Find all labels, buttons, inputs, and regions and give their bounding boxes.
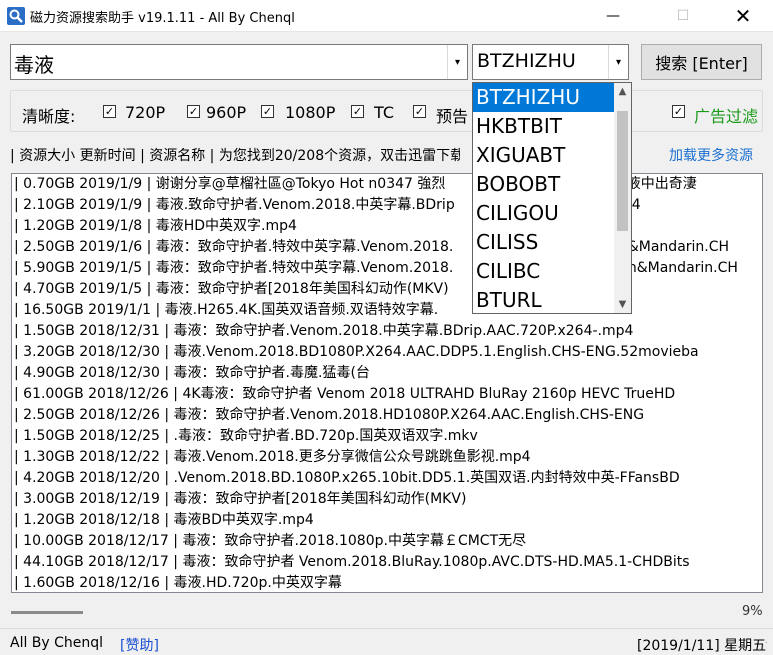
- result-list[interactable]: | 0.70GB 2019/1/9 | 谢谢分享@草榴社區@Tokyo Hot …: [11, 173, 763, 593]
- title-bar: 磁力资源搜索助手 v19.1.11 - All By Chenql — ☐ ✕: [0, 0, 773, 32]
- date-label: [2019/1/11] 星期五: [637, 638, 767, 654]
- result-row[interactable]: | 1.30GB 2018/12/22 | 毒液.Venom.2018.更多分享…: [12, 447, 762, 468]
- progress-percent: 9%: [742, 604, 763, 619]
- site-select[interactable]: BTZHIZHU ▾: [472, 44, 629, 80]
- result-row[interactable]: | 2.10GB 2019/1/9 | 毒液.致命守护者.Venom.2018.…: [12, 195, 762, 216]
- site-dropdown-list[interactable]: BTZHIZHU HKBTBIT XIGUABT BOBOBT CILIGOU …: [472, 82, 632, 314]
- checkbox-tc-label: TC: [374, 103, 395, 122]
- result-row[interactable]: | 2.50GB 2018/12/26 | 毒液：致命守护者.Venom.201…: [12, 405, 762, 426]
- checkbox-720p-label: 720P: [125, 103, 166, 122]
- result-row[interactable]: | 4.20GB 2018/12/20 | .Venom.2018.BD.108…: [12, 468, 762, 489]
- dropdown-item-cilibc[interactable]: CILIBC: [473, 257, 614, 286]
- resize-grip-icon[interactable]: ⋰: [758, 641, 768, 652]
- author-label: All By Chenql: [10, 635, 104, 651]
- checkbox-ad-filter[interactable]: ✓: [672, 105, 685, 118]
- checkbox-tc[interactable]: ✓: [351, 105, 364, 118]
- result-row[interactable]: | 4.90GB 2018/12/30 | 毒液：致命守护者.毒魔.猛毒(台: [12, 363, 762, 384]
- scroll-down-icon[interactable]: ▼: [614, 296, 631, 313]
- result-row[interactable]: | 1.20GB 2019/1/8 | 毒液HD中英双字.mp4: [12, 216, 762, 237]
- window-title: 磁力资源搜索助手 v19.1.11 - All By Chenql: [30, 11, 295, 26]
- donate-link[interactable]: [赞助]: [120, 635, 159, 655]
- close-button[interactable]: ✕: [720, 0, 766, 32]
- dropdown-item-bobobt[interactable]: BOBOBT: [473, 170, 614, 199]
- resolution-label: 清晰度:: [22, 107, 76, 126]
- search-button[interactable]: 搜索 [Enter]: [641, 44, 762, 80]
- result-row[interactable]: | 61.00GB 2018/12/26 | 4K毒液：致命守护者 Venom …: [12, 384, 762, 405]
- status-bar: All By Chenql [赞助] [2019/1/11] 星期五 ⋰: [0, 628, 773, 655]
- horizontal-scrollbar-thumb[interactable]: [11, 611, 83, 614]
- result-row[interactable]: | 1.60GB 2018/12/16 | 毒液.HD.720p.中英双字幕: [12, 573, 762, 592]
- result-row[interactable]: | 3.20GB 2018/12/30 | 毒液.Venom.2018.BD10…: [12, 342, 762, 363]
- horizontal-scrollbar[interactable]: [11, 608, 711, 616]
- dropdown-item-bturl[interactable]: BTURL: [473, 286, 614, 313]
- dropdown-scrollbar[interactable]: ▲ ▼: [614, 83, 631, 313]
- search-query-text: 毒液: [14, 53, 54, 77]
- search-history-dropdown-icon[interactable]: ▾: [447, 45, 467, 79]
- result-row[interactable]: | 1.50GB 2018/12/31 | 毒液：致命守护者.Venom.201…: [12, 321, 762, 342]
- dropdown-item-btzhizhu[interactable]: BTZHIZHU: [473, 83, 614, 112]
- resolution-filter-group: 清晰度: ✓ 720P ✓ 960P ✓ 1080P ✓ TC ✓ 预告 ✓ 广…: [10, 90, 763, 132]
- checkbox-1080p-label: 1080P: [285, 103, 336, 122]
- result-row[interactable]: | 2.50GB 2019/1/6 | 毒液：致命守护者.特效中英字幕.Veno…: [12, 237, 762, 258]
- status-row: | 资源大小 更新时间 | 资源名称 | 为您找到20/208个资源，双击迅雷下…: [0, 142, 773, 164]
- checkbox-trailer[interactable]: ✓: [413, 105, 426, 118]
- scroll-up-icon[interactable]: ▲: [614, 83, 631, 100]
- dropdown-item-ciligou[interactable]: CILIGOU: [473, 199, 614, 228]
- minimize-button[interactable]: —: [590, 0, 636, 32]
- result-row[interactable]: | 1.20GB 2018/12/18 | 毒液BD中英双字.mp4: [12, 510, 762, 531]
- checkbox-960p[interactable]: ✓: [187, 105, 200, 118]
- maximize-button[interactable]: ☐: [660, 0, 706, 32]
- result-row[interactable]: | 3.00GB 2018/12/19 | 毒液：致命守护者[2018年美国科幻…: [12, 489, 762, 510]
- dropdown-item-xiguabt[interactable]: XIGUABT: [473, 141, 614, 170]
- result-row[interactable]: | 1.50GB 2018/12/25 | .毒液：致命守护者.BD.720p.…: [12, 426, 762, 447]
- checkbox-720p[interactable]: ✓: [103, 105, 116, 118]
- search-input[interactable]: 毒液 ▾: [10, 44, 468, 80]
- checkbox-ad-filter-label: 广告过滤: [694, 107, 759, 126]
- result-row[interactable]: | 10.00GB 2018/12/17 | 毒液：致命守护者.2018.108…: [12, 531, 762, 552]
- checkbox-trailer-label: 预告: [436, 107, 469, 126]
- result-row[interactable]: | 4.70GB 2019/1/5 | 毒液：致命守护者[2018年美国科幻动作…: [12, 279, 762, 300]
- site-select-value: BTZHIZHU: [477, 50, 576, 72]
- result-summary-text: | 资源大小 更新时间 | 资源名称 | 为您找到20/208个资源，双击迅雷下…: [10, 148, 460, 164]
- dropdown-scrollbar-thumb[interactable]: [617, 111, 628, 231]
- result-row[interactable]: | 5.90GB 2019/1/5 | 毒液：致命守护者.特效中英字幕.Veno…: [12, 258, 762, 279]
- chevron-down-icon[interactable]: ▾: [608, 45, 628, 79]
- result-row[interactable]: | 0.70GB 2019/1/9 | 谢谢分享@草榴社區@Tokyo Hot …: [12, 174, 762, 195]
- result-row[interactable]: | 44.10GB 2018/12/17 | 毒液：致命守护者 Venom.20…: [12, 552, 762, 573]
- app-icon: [7, 7, 25, 25]
- dropdown-item-hkbtbit[interactable]: HKBTBIT: [473, 112, 614, 141]
- load-more-link[interactable]: 加载更多资源: [669, 145, 753, 165]
- checkbox-1080p[interactable]: ✓: [261, 105, 274, 118]
- result-row[interactable]: | 16.50GB 2019/1/1 | 毒液.H265.4K.国英双语音频.双…: [12, 300, 762, 321]
- checkbox-960p-label: 960P: [206, 103, 247, 122]
- dropdown-item-ciliss[interactable]: CILISS: [473, 228, 614, 257]
